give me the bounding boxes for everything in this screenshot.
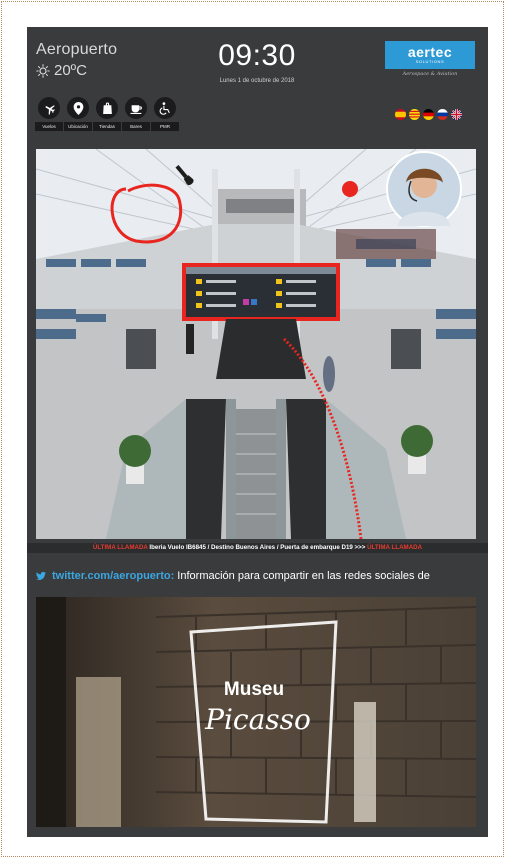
nav-bar: Vuelos Ubicación Tiendas Bares PMR xyxy=(35,97,179,131)
flag-es-icon[interactable] xyxy=(395,109,406,120)
logo-tagline: Aerospace & Aviation xyxy=(402,71,458,77)
clock-date: Lunes 1 de octubre de 2018 xyxy=(219,78,295,84)
weather: 20ºC xyxy=(36,62,87,79)
logo-main: aertec xyxy=(407,44,453,60)
nav-pmr[interactable]: PMR xyxy=(151,97,179,131)
wheelchair-icon xyxy=(154,97,176,119)
flag-ca-icon[interactable] xyxy=(409,109,420,120)
nav-flights[interactable]: Vuelos xyxy=(35,97,63,131)
shopping-bag-icon xyxy=(96,97,118,119)
twitter-bar: twitter.com/aeropuerto: Información para… xyxy=(36,567,476,585)
aertec-logo: aertec SOLUTIONS xyxy=(385,41,475,69)
flag-de-icon[interactable] xyxy=(423,109,434,120)
location-title: Aeropuerto xyxy=(36,41,118,58)
ticker-prefix: ÚLTIMA LLAMADA xyxy=(92,544,148,551)
flag-ru-icon[interactable] xyxy=(437,109,448,120)
twitter-text: Información para compartir en las redes … xyxy=(174,570,430,582)
kiosk-screen: Aeropuerto 20ºC 09:30 Lunes 1 de octubre… xyxy=(27,27,488,837)
last-call-ticker: ÚLTIMA LLAMADA Iberia Vuelo IB6845 / Des… xyxy=(27,543,488,553)
language-selector xyxy=(395,109,462,120)
temperature: 20ºC xyxy=(54,62,87,79)
nav-label-flights: Vuelos xyxy=(35,122,63,131)
twitter-bird-icon xyxy=(36,571,46,580)
flag-en-icon[interactable] xyxy=(451,109,462,120)
twitter-handle-link[interactable]: twitter.com/aeropuerto: xyxy=(52,570,174,582)
logo-sub: SOLUTIONS xyxy=(415,59,445,64)
terminal-image xyxy=(36,149,476,539)
museum-image: Museu Picasso xyxy=(36,597,476,827)
nav-label-pmr: PMR xyxy=(151,122,179,131)
airplane-icon xyxy=(38,97,60,119)
clock-time: 09:30 xyxy=(218,39,296,72)
nav-location[interactable]: Ubicación xyxy=(64,97,92,131)
nav-label-shops: Tiendas xyxy=(93,122,121,131)
nav-shops[interactable]: Tiendas xyxy=(93,97,121,131)
nav-label-bars: Bares xyxy=(122,122,150,131)
museum-title-line1: Museu xyxy=(224,679,284,700)
museum-title-line2: Picasso xyxy=(204,703,311,736)
nav-label-location: Ubicación xyxy=(64,122,92,131)
coffee-cup-icon xyxy=(125,97,147,119)
sun-icon xyxy=(36,63,50,78)
ticker-suffix: ÚLTIMA LLAMADA xyxy=(367,544,423,551)
ticker-message: Iberia Vuelo IB6845 / Destino Buenos Air… xyxy=(147,544,368,551)
location-pin-icon xyxy=(67,97,89,119)
nav-bars[interactable]: Bares xyxy=(122,97,150,131)
